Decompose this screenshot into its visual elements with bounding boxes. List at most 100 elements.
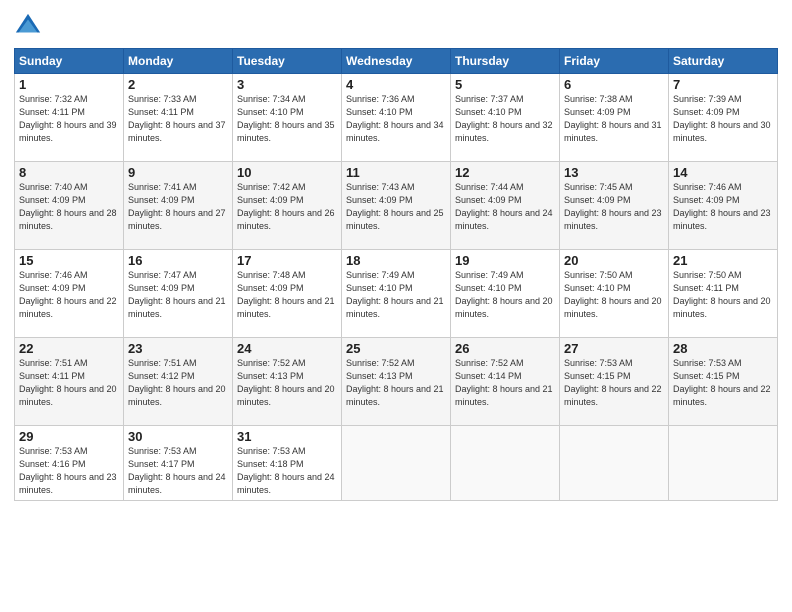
day-number: 27 xyxy=(564,341,664,356)
day-of-week-header: Tuesday xyxy=(233,49,342,74)
day-of-week-header: Wednesday xyxy=(342,49,451,74)
day-info: Sunrise: 7:51 AMSunset: 4:11 PMDaylight:… xyxy=(19,357,119,409)
day-info: Sunrise: 7:44 AMSunset: 4:09 PMDaylight:… xyxy=(455,181,555,233)
day-info: Sunrise: 7:47 AMSunset: 4:09 PMDaylight:… xyxy=(128,269,228,321)
calendar-day-cell xyxy=(669,426,778,501)
calendar-day-cell: 30Sunrise: 7:53 AMSunset: 4:17 PMDayligh… xyxy=(124,426,233,501)
calendar-week-row: 22Sunrise: 7:51 AMSunset: 4:11 PMDayligh… xyxy=(15,338,778,426)
header xyxy=(14,12,778,40)
calendar-day-cell: 24Sunrise: 7:52 AMSunset: 4:13 PMDayligh… xyxy=(233,338,342,426)
calendar-day-cell: 4Sunrise: 7:36 AMSunset: 4:10 PMDaylight… xyxy=(342,74,451,162)
day-number: 14 xyxy=(673,165,773,180)
day-number: 7 xyxy=(673,77,773,92)
day-of-week-header: Friday xyxy=(560,49,669,74)
day-info: Sunrise: 7:46 AMSunset: 4:09 PMDaylight:… xyxy=(673,181,773,233)
day-number: 13 xyxy=(564,165,664,180)
day-info: Sunrise: 7:36 AMSunset: 4:10 PMDaylight:… xyxy=(346,93,446,145)
calendar-day-cell: 2Sunrise: 7:33 AMSunset: 4:11 PMDaylight… xyxy=(124,74,233,162)
day-number: 19 xyxy=(455,253,555,268)
day-number: 24 xyxy=(237,341,337,356)
day-number: 1 xyxy=(19,77,119,92)
day-number: 26 xyxy=(455,341,555,356)
calendar-table: SundayMondayTuesdayWednesdayThursdayFrid… xyxy=(14,48,778,501)
calendar-day-cell: 6Sunrise: 7:38 AMSunset: 4:09 PMDaylight… xyxy=(560,74,669,162)
day-info: Sunrise: 7:45 AMSunset: 4:09 PMDaylight:… xyxy=(564,181,664,233)
day-number: 18 xyxy=(346,253,446,268)
calendar-day-cell xyxy=(342,426,451,501)
calendar-day-cell: 18Sunrise: 7:49 AMSunset: 4:10 PMDayligh… xyxy=(342,250,451,338)
calendar-day-cell: 25Sunrise: 7:52 AMSunset: 4:13 PMDayligh… xyxy=(342,338,451,426)
calendar-day-cell xyxy=(451,426,560,501)
calendar-day-cell: 26Sunrise: 7:52 AMSunset: 4:14 PMDayligh… xyxy=(451,338,560,426)
day-info: Sunrise: 7:52 AMSunset: 4:13 PMDaylight:… xyxy=(346,357,446,409)
day-number: 20 xyxy=(564,253,664,268)
calendar-day-cell: 23Sunrise: 7:51 AMSunset: 4:12 PMDayligh… xyxy=(124,338,233,426)
day-info: Sunrise: 7:53 AMSunset: 4:17 PMDaylight:… xyxy=(128,445,228,497)
day-number: 21 xyxy=(673,253,773,268)
day-number: 29 xyxy=(19,429,119,444)
calendar-day-cell: 29Sunrise: 7:53 AMSunset: 4:16 PMDayligh… xyxy=(15,426,124,501)
day-number: 2 xyxy=(128,77,228,92)
day-number: 17 xyxy=(237,253,337,268)
calendar-day-cell: 21Sunrise: 7:50 AMSunset: 4:11 PMDayligh… xyxy=(669,250,778,338)
day-number: 4 xyxy=(346,77,446,92)
day-info: Sunrise: 7:41 AMSunset: 4:09 PMDaylight:… xyxy=(128,181,228,233)
calendar-day-cell: 12Sunrise: 7:44 AMSunset: 4:09 PMDayligh… xyxy=(451,162,560,250)
calendar-day-cell: 15Sunrise: 7:46 AMSunset: 4:09 PMDayligh… xyxy=(15,250,124,338)
day-info: Sunrise: 7:34 AMSunset: 4:10 PMDaylight:… xyxy=(237,93,337,145)
day-number: 22 xyxy=(19,341,119,356)
day-of-week-header: Saturday xyxy=(669,49,778,74)
day-number: 28 xyxy=(673,341,773,356)
calendar-header-row: SundayMondayTuesdayWednesdayThursdayFrid… xyxy=(15,49,778,74)
day-number: 25 xyxy=(346,341,446,356)
calendar-day-cell: 19Sunrise: 7:49 AMSunset: 4:10 PMDayligh… xyxy=(451,250,560,338)
page: SundayMondayTuesdayWednesdayThursdayFrid… xyxy=(0,0,792,612)
calendar-day-cell: 3Sunrise: 7:34 AMSunset: 4:10 PMDaylight… xyxy=(233,74,342,162)
day-number: 8 xyxy=(19,165,119,180)
day-info: Sunrise: 7:50 AMSunset: 4:10 PMDaylight:… xyxy=(564,269,664,321)
day-info: Sunrise: 7:53 AMSunset: 4:16 PMDaylight:… xyxy=(19,445,119,497)
day-info: Sunrise: 7:51 AMSunset: 4:12 PMDaylight:… xyxy=(128,357,228,409)
day-info: Sunrise: 7:52 AMSunset: 4:14 PMDaylight:… xyxy=(455,357,555,409)
day-info: Sunrise: 7:37 AMSunset: 4:10 PMDaylight:… xyxy=(455,93,555,145)
day-number: 16 xyxy=(128,253,228,268)
logo-icon xyxy=(14,12,42,40)
day-number: 9 xyxy=(128,165,228,180)
day-info: Sunrise: 7:43 AMSunset: 4:09 PMDaylight:… xyxy=(346,181,446,233)
calendar-week-row: 15Sunrise: 7:46 AMSunset: 4:09 PMDayligh… xyxy=(15,250,778,338)
day-info: Sunrise: 7:42 AMSunset: 4:09 PMDaylight:… xyxy=(237,181,337,233)
calendar-day-cell: 16Sunrise: 7:47 AMSunset: 4:09 PMDayligh… xyxy=(124,250,233,338)
day-of-week-header: Thursday xyxy=(451,49,560,74)
day-info: Sunrise: 7:52 AMSunset: 4:13 PMDaylight:… xyxy=(237,357,337,409)
calendar-day-cell: 14Sunrise: 7:46 AMSunset: 4:09 PMDayligh… xyxy=(669,162,778,250)
day-number: 23 xyxy=(128,341,228,356)
calendar-day-cell: 1Sunrise: 7:32 AMSunset: 4:11 PMDaylight… xyxy=(15,74,124,162)
calendar-day-cell: 27Sunrise: 7:53 AMSunset: 4:15 PMDayligh… xyxy=(560,338,669,426)
day-info: Sunrise: 7:53 AMSunset: 4:18 PMDaylight:… xyxy=(237,445,337,497)
day-of-week-header: Monday xyxy=(124,49,233,74)
day-number: 11 xyxy=(346,165,446,180)
calendar-week-row: 1Sunrise: 7:32 AMSunset: 4:11 PMDaylight… xyxy=(15,74,778,162)
day-number: 10 xyxy=(237,165,337,180)
calendar-day-cell: 28Sunrise: 7:53 AMSunset: 4:15 PMDayligh… xyxy=(669,338,778,426)
day-number: 12 xyxy=(455,165,555,180)
day-of-week-header: Sunday xyxy=(15,49,124,74)
day-number: 3 xyxy=(237,77,337,92)
calendar-day-cell xyxy=(560,426,669,501)
day-info: Sunrise: 7:38 AMSunset: 4:09 PMDaylight:… xyxy=(564,93,664,145)
day-info: Sunrise: 7:49 AMSunset: 4:10 PMDaylight:… xyxy=(346,269,446,321)
day-info: Sunrise: 7:53 AMSunset: 4:15 PMDaylight:… xyxy=(673,357,773,409)
calendar-day-cell: 11Sunrise: 7:43 AMSunset: 4:09 PMDayligh… xyxy=(342,162,451,250)
logo xyxy=(14,12,46,40)
calendar-day-cell: 13Sunrise: 7:45 AMSunset: 4:09 PMDayligh… xyxy=(560,162,669,250)
calendar-week-row: 29Sunrise: 7:53 AMSunset: 4:16 PMDayligh… xyxy=(15,426,778,501)
day-info: Sunrise: 7:39 AMSunset: 4:09 PMDaylight:… xyxy=(673,93,773,145)
calendar-week-row: 8Sunrise: 7:40 AMSunset: 4:09 PMDaylight… xyxy=(15,162,778,250)
day-number: 6 xyxy=(564,77,664,92)
day-info: Sunrise: 7:48 AMSunset: 4:09 PMDaylight:… xyxy=(237,269,337,321)
calendar-day-cell: 10Sunrise: 7:42 AMSunset: 4:09 PMDayligh… xyxy=(233,162,342,250)
day-info: Sunrise: 7:46 AMSunset: 4:09 PMDaylight:… xyxy=(19,269,119,321)
calendar-day-cell: 20Sunrise: 7:50 AMSunset: 4:10 PMDayligh… xyxy=(560,250,669,338)
day-info: Sunrise: 7:50 AMSunset: 4:11 PMDaylight:… xyxy=(673,269,773,321)
calendar-day-cell: 31Sunrise: 7:53 AMSunset: 4:18 PMDayligh… xyxy=(233,426,342,501)
